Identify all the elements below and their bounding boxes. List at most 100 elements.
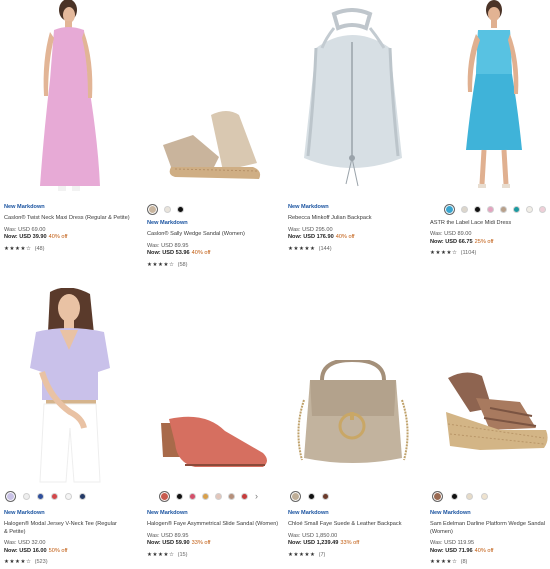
- product-name[interactable]: Halogen® Faye Asymmetrical Slide Sandal …: [147, 521, 278, 528]
- review-count: (1104): [460, 250, 477, 257]
- star-rating: ★★★★☆: [147, 261, 175, 268]
- chevron-right-icon[interactable]: ›: [255, 492, 258, 501]
- product-name[interactable]: Rebecca Minkoff Julian Backpack: [288, 215, 372, 222]
- was-price: Was: USD 89.00: [430, 231, 472, 238]
- color-swatch[interactable]: [177, 206, 184, 213]
- color-swatch[interactable]: [215, 493, 222, 500]
- blue-lace-midi-dress-image[interactable]: [454, 0, 534, 192]
- rating: ★★★★☆ (1104): [430, 250, 511, 257]
- product-name[interactable]: Chloé Small Faye Suede & Leather Backpac…: [288, 521, 402, 528]
- discount-percent: 33% off: [340, 540, 360, 547]
- markdown-badge: New Markdown: [4, 510, 45, 516]
- was-price: Was: USD 295.00: [288, 226, 333, 233]
- color-swatches: [5, 491, 86, 502]
- taupe-suede-backpack-image[interactable]: [292, 360, 414, 472]
- was-price: Was: USD 69.00: [4, 226, 46, 233]
- discount-percent: 40% off: [48, 234, 68, 241]
- discount-percent: 50% off: [48, 547, 68, 554]
- color-swatch[interactable]: [176, 493, 183, 500]
- color-swatch[interactable]: [500, 206, 507, 213]
- product-card[interactable]: New Markdown Rebecca Minkoff Julian Back…: [288, 0, 418, 260]
- color-swatch[interactable]: [147, 204, 158, 215]
- product-card[interactable]: › New Markdown Halogen® Faye Asymmetrica…: [145, 288, 278, 569]
- color-swatches: [432, 491, 488, 502]
- product-name[interactable]: Caslon® Twist Neck Maxi Dress (Regular &…: [4, 215, 130, 222]
- discount-percent: 40% off: [191, 250, 211, 257]
- product-name[interactable]: Halogen® Modal Jersey V-Neck Tee (Regula…: [4, 521, 122, 536]
- color-swatch[interactable]: [432, 491, 443, 502]
- rating: ★★★★★ (7): [288, 552, 402, 559]
- color-swatch[interactable]: [159, 491, 170, 502]
- coral-block-heel-slide-image[interactable]: [155, 413, 273, 473]
- product-card[interactable]: ASTR the Label Lace Midi Dress Was: USD …: [430, 0, 550, 260]
- lavender-v-neck-tee-image[interactable]: [20, 288, 120, 483]
- color-swatch[interactable]: [290, 491, 301, 502]
- color-swatch[interactable]: [513, 206, 520, 213]
- color-swatch[interactable]: [5, 491, 16, 502]
- now-price: Now: USD 53.96 40% off: [147, 250, 211, 257]
- color-swatch[interactable]: [79, 493, 86, 500]
- product-name[interactable]: Caslon® Sally Wedge Sandal (Women): [147, 231, 245, 238]
- color-swatch[interactable]: [451, 493, 458, 500]
- now-price: Now: USD 66.75 25% off: [430, 238, 494, 245]
- was-price: Was: USD 32.00: [4, 540, 46, 547]
- review-count: (15): [177, 551, 188, 558]
- light-blue-backpack-image[interactable]: [294, 8, 412, 192]
- now-price: Now: USD 39.90 40% off: [4, 234, 68, 241]
- discount-percent: 40% off: [335, 234, 355, 241]
- review-count: (8): [460, 559, 468, 566]
- review-count: (58): [177, 261, 188, 268]
- now-price: Now: USD 1,239.49 33% off: [288, 540, 360, 547]
- brown-platform-wedge-image[interactable]: [440, 368, 550, 468]
- pink-maxi-dress-image[interactable]: [28, 0, 108, 195]
- color-swatch[interactable]: [202, 493, 209, 500]
- color-swatch[interactable]: [164, 206, 171, 213]
- color-swatch[interactable]: [228, 493, 235, 500]
- color-swatch[interactable]: [23, 493, 30, 500]
- product-card[interactable]: New Markdown Caslon® Twist Neck Maxi Dre…: [0, 0, 130, 260]
- rating: ★★★★☆ (15): [147, 552, 278, 559]
- color-swatch[interactable]: [487, 206, 494, 213]
- product-card[interactable]: New Markdown Chloé Small Faye Suede & Le…: [288, 288, 418, 569]
- color-swatch[interactable]: [474, 206, 481, 213]
- color-swatch[interactable]: [65, 493, 72, 500]
- markdown-badge: New Markdown: [288, 204, 329, 210]
- color-swatches: ›: [159, 491, 258, 502]
- color-swatch[interactable]: [444, 204, 455, 215]
- product-card[interactable]: New Markdown Caslon® Sally Wedge Sandal …: [145, 0, 275, 280]
- was-price: Was: USD 119.95: [430, 540, 475, 547]
- now-price: Now: USD 16.00 50% off: [4, 547, 68, 554]
- product-name[interactable]: ASTR the Label Lace Midi Dress: [430, 220, 511, 227]
- star-rating: ★★★★★: [288, 245, 316, 252]
- star-rating: ★★★★☆: [4, 559, 32, 566]
- review-count: (144): [318, 245, 332, 252]
- was-price: Was: USD 1,850.00: [288, 532, 338, 539]
- tan-wedge-sandal-image[interactable]: [153, 105, 273, 185]
- color-swatch[interactable]: [51, 493, 58, 500]
- color-swatches: [290, 491, 329, 502]
- color-swatch[interactable]: [481, 493, 488, 500]
- color-swatch[interactable]: [37, 493, 44, 500]
- star-rating: ★★★★☆: [147, 551, 175, 558]
- color-swatch[interactable]: [466, 493, 473, 500]
- product-card[interactable]: New Markdown Halogen® Modal Jersey V-Nec…: [0, 288, 130, 569]
- color-swatches: [444, 204, 546, 215]
- color-swatch[interactable]: [189, 493, 196, 500]
- was-price: Was: USD 89.95: [147, 532, 189, 539]
- rating: ★★★★☆ (523): [4, 559, 122, 566]
- color-swatch[interactable]: [539, 206, 546, 213]
- star-rating: ★★★★☆: [430, 559, 458, 566]
- color-swatches: [147, 204, 184, 215]
- color-swatch[interactable]: [241, 493, 248, 500]
- color-swatch[interactable]: [308, 493, 315, 500]
- discount-percent: 25% off: [474, 238, 494, 245]
- was-price: Was: USD 89.95: [147, 242, 189, 249]
- color-swatch[interactable]: [322, 493, 329, 500]
- review-count: (7): [318, 551, 326, 558]
- color-swatch[interactable]: [461, 206, 468, 213]
- markdown-badge: New Markdown: [430, 510, 471, 516]
- markdown-badge: New Markdown: [147, 220, 188, 226]
- color-swatch[interactable]: [526, 206, 533, 213]
- product-name[interactable]: Sam Edelman Darline Platform Wedge Sanda…: [430, 521, 548, 536]
- product-card[interactable]: New Markdown Sam Edelman Darline Platfor…: [430, 288, 550, 569]
